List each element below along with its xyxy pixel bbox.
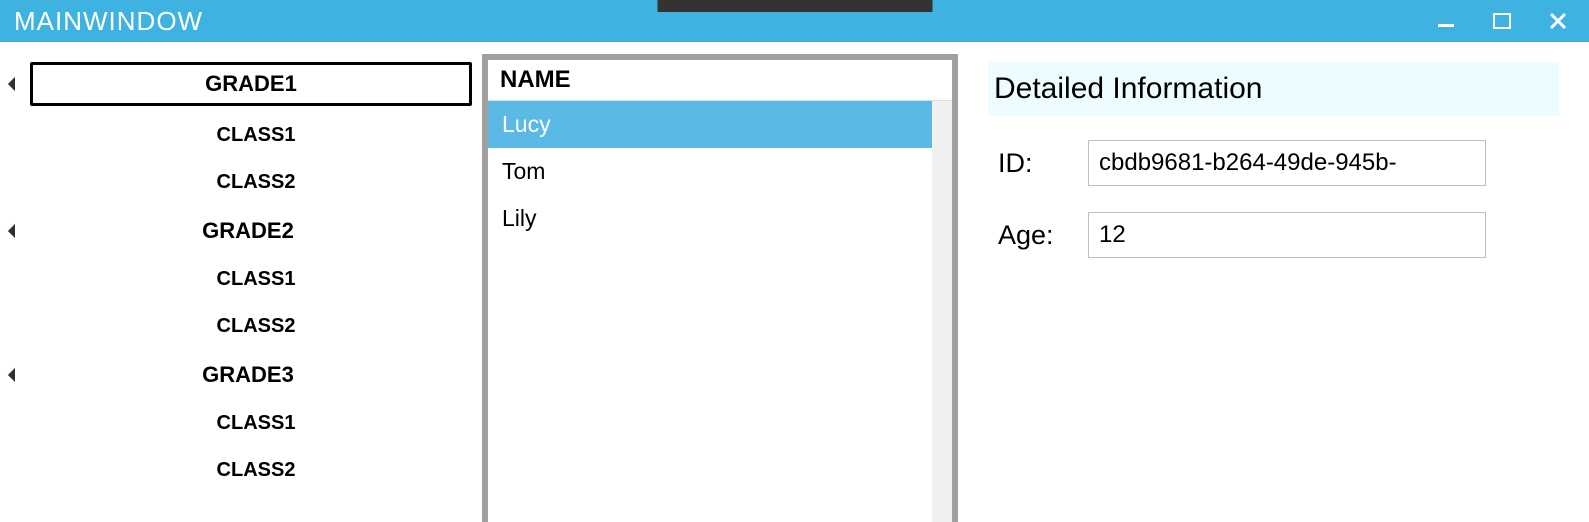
expander-icon[interactable] <box>8 224 22 238</box>
tree-node-class[interactable]: CLASS1 <box>0 256 482 303</box>
age-input[interactable] <box>1088 212 1486 258</box>
tree-node-class[interactable]: CLASS1 <box>0 112 482 159</box>
list-header[interactable]: NAME <box>488 60 952 101</box>
tree-node-grade2[interactable]: GRADE2 <box>0 206 482 256</box>
titlebar: MAINWINDOW <box>0 0 1589 42</box>
list-items: Lucy Tom Lily <box>488 101 932 522</box>
list-body: Lucy Tom Lily <box>488 101 952 522</box>
id-input[interactable] <box>1088 140 1486 186</box>
expander-icon[interactable] <box>8 77 22 91</box>
window-title: MAINWINDOW <box>14 6 203 37</box>
tree-node-class[interactable]: CLASS1 <box>0 400 482 447</box>
tree-label-grade2[interactable]: GRADE2 <box>24 212 472 250</box>
tree-children-grade3: CLASS1 CLASS2 <box>0 400 482 494</box>
minimize-button[interactable] <box>1437 12 1455 30</box>
tree-children-grade2: CLASS1 CLASS2 <box>0 256 482 350</box>
tree-children-grade1: CLASS1 CLASS2 <box>0 112 482 206</box>
tree-node-grade1[interactable]: GRADE1 <box>0 56 482 112</box>
maximize-icon <box>1493 12 1511 30</box>
close-icon <box>1549 12 1567 30</box>
list-row[interactable]: Lucy <box>488 101 932 148</box>
tree-label-class[interactable]: CLASS2 <box>40 453 472 488</box>
tree-node-class[interactable]: CLASS2 <box>0 159 482 206</box>
detail-header: Detailed Information <box>988 62 1559 116</box>
expander-icon[interactable] <box>8 368 22 382</box>
tree-panel: GRADE1 CLASS1 CLASS2 GRADE2 CLASS1 CLASS… <box>0 42 482 522</box>
titlebar-accent <box>657 0 932 12</box>
id-label: ID: <box>998 148 1088 179</box>
scrollbar[interactable] <box>932 101 952 522</box>
tree-node-class[interactable]: CLASS2 <box>0 303 482 350</box>
tree-label-grade1[interactable]: GRADE1 <box>30 62 472 106</box>
detail-row-id: ID: <box>988 140 1559 186</box>
maximize-button[interactable] <box>1493 12 1511 30</box>
window-controls <box>1437 12 1589 30</box>
close-button[interactable] <box>1549 12 1567 30</box>
list-row[interactable]: Tom <box>488 148 932 195</box>
list-panel: NAME Lucy Tom Lily <box>482 54 958 522</box>
content-area: GRADE1 CLASS1 CLASS2 GRADE2 CLASS1 CLASS… <box>0 42 1589 522</box>
tree-label-class[interactable]: CLASS1 <box>40 406 472 441</box>
tree-label-class[interactable]: CLASS1 <box>40 262 472 297</box>
tree-label-class[interactable]: CLASS1 <box>40 118 472 153</box>
detail-panel: Detailed Information ID: Age: <box>958 42 1589 522</box>
tree-label-class[interactable]: CLASS2 <box>40 309 472 344</box>
tree-label-class[interactable]: CLASS2 <box>40 165 472 200</box>
tree-node-class[interactable]: CLASS2 <box>0 447 482 494</box>
minimize-icon <box>1437 12 1455 30</box>
detail-row-age: Age: <box>988 212 1559 258</box>
tree-label-grade3[interactable]: GRADE3 <box>24 356 472 394</box>
age-label: Age: <box>998 220 1088 251</box>
tree-node-grade3[interactable]: GRADE3 <box>0 350 482 400</box>
list-row[interactable]: Lily <box>488 195 932 242</box>
